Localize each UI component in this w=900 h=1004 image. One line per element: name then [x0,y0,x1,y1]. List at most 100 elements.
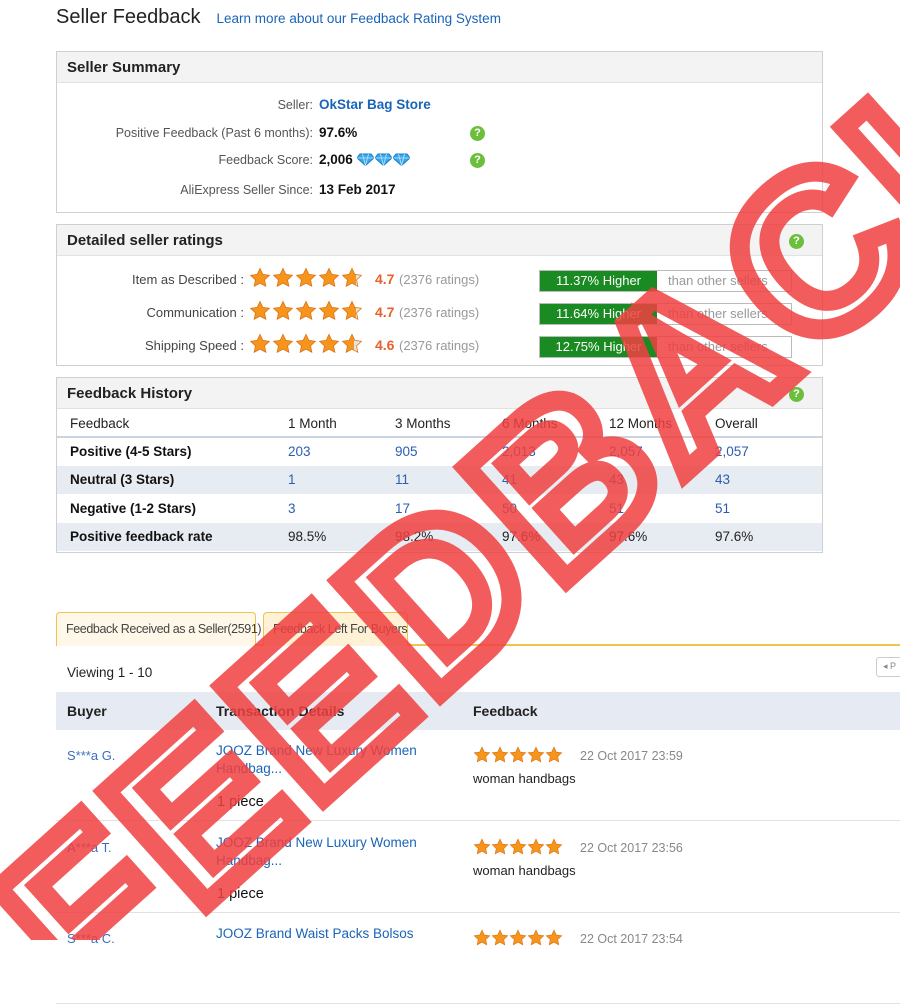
star-icon [272,300,294,321]
comparison-bar: 12.75% Higher than other sellers [539,336,792,358]
history-row-label: Positive feedback rate [57,522,288,551]
feedback-history-table: Feedback 1 Month 3 Months 6 Months 12 Months… [57,410,822,551]
history-cell[interactable]: 41 [502,465,609,494]
feedback-history-title: Feedback History [67,385,193,402]
star-icon [295,267,317,288]
help-icon[interactable]: ? [789,234,804,249]
page-title: Seller Feedback [56,6,201,28]
star-icon [272,333,294,354]
history-cell[interactable]: 2,013 [502,437,609,466]
history-cell[interactable]: 2,057 [609,437,715,466]
rating-count: (2376 ratings) [399,272,480,287]
star-icon [295,333,317,354]
history-column-header: 12 Months [609,410,715,438]
feedback-text: woman handbags [473,771,576,786]
quantity-text: 1 piece [217,885,264,902]
positive-feedback-label: Positive Feedback (Past 6 months): [115,126,313,140]
help-icon[interactable]: ? [789,387,804,402]
product-link[interactable]: JOOZ Brand Waist Packs Bolsos [216,925,426,943]
tab-feedback-received[interactable]: Feedback Received as a Seller(2591) [56,612,262,646]
feedback-row: A***a T. JOOZ Brand New Luxury Women Han… [56,822,900,913]
feedback-row: S***a G. JOOZ Brand New Luxury Women Han… [56,730,900,821]
star-icon [318,333,340,354]
rating-score: 4.7 [375,271,395,287]
score-badge [356,153,410,166]
feedback-history-heading: Feedback History ? [57,378,822,409]
star-icon [509,929,527,946]
history-cell[interactable]: 2,057 [715,437,822,466]
star-icon [318,300,340,321]
help-icon[interactable]: ? [470,126,485,141]
comparison-value: 11.37% Higher [540,271,657,291]
column-buyer: Buyer [67,703,107,719]
feedback-text: woman handbags [473,862,576,878]
rating-stars [249,300,363,322]
history-cell[interactable]: 1 [288,465,395,494]
history-row: Positive (4-5 Stars) 203 905 2,013 2,057 2,05… [57,437,822,466]
star-icon [527,746,545,763]
product-link[interactable]: JOOZ Brand New Luxury Women Handbag... [216,742,426,778]
history-cell[interactable]: 17 [395,494,502,523]
feedback-date: 22 Oct 2017 23:54 [580,932,683,946]
history-cell[interactable]: 51 [715,494,822,523]
column-feedback: Feedback [473,703,538,719]
history-cell[interactable]: 50 [502,494,609,523]
learn-more-link[interactable]: Learn more about our Feedback Rating Sys… [217,11,501,26]
history-cell[interactable]: 905 [395,437,502,466]
history-cell[interactable]: 11 [395,465,502,494]
history-cell[interactable]: 3 [288,494,395,523]
star-icon [249,300,271,321]
history-row-label: Negative (1-2 Stars) [70,500,197,516]
diamond-icon [356,153,374,166]
feedback-tabs: Feedback Received as a Seller(2591) Feed… [56,612,900,646]
seller-feedback-page: Seller Feedback Learn more about our Fee… [0,0,900,1004]
history-row-label: Positive (4-5 Stars) [70,444,192,460]
star-icon [341,333,363,354]
buyer-name-link[interactable]: S***a C. [67,931,115,946]
star-icon [249,267,271,288]
detailed-ratings-title: Detailed seller ratings [67,232,223,249]
history-cell: 97.6% [715,522,822,551]
seller-summary-panel: Seller Summary Seller: OkStar Bag Store … [56,51,823,213]
history-cell: 98.5% [288,522,395,551]
history-cell[interactable]: 43 [609,465,715,494]
history-column-header: 3 Months [395,410,502,438]
history-cell[interactable]: 51 [609,494,715,523]
history-row: Positive feedback rate 98.5% 98.2% 97.6% 97.… [57,522,822,551]
history-row: Negative (1-2 Stars) 3 17 50 51 51 [57,494,822,523]
feedback-stars [473,746,563,764]
star-icon [341,267,363,288]
help-icon[interactable]: ? [470,153,485,168]
star-icon [473,929,491,946]
history-cell[interactable]: 203 [288,437,395,466]
comparison-value: 11.64% Higher [540,304,657,324]
star-icon [272,267,294,288]
star-icon [249,333,271,354]
positive-feedback-row: Positive Feedback (Past 6 months): 97.6%… [57,124,822,144]
feedback-date: 22 Oct 2017 23:56 [580,840,683,855]
history-header-row: Feedback 1 Month 3 Months 6 Months 12 Months… [57,410,822,438]
positive-feedback-value: 97.6% [319,125,358,140]
star-icon [509,746,527,763]
star-icon [473,837,491,854]
detailed-ratings-panel: Detailed seller ratings ? Item as Descri… [56,224,823,366]
buyer-name-link[interactable]: A***a T. [67,840,112,855]
feedback-history-panel: Feedback History ? Feedback 1 Month 3 Mont… [56,377,823,553]
history-row-label: Neutral (3 Stars) [57,465,288,494]
seller-since-label: AliExpress Seller Since: [180,183,313,197]
comparison-suffix: than other sellers [668,339,768,354]
buyer-name-link[interactable]: S***a G. [67,748,115,763]
history-row: Neutral (3 Stars) 1 11 41 43 43 [57,465,822,494]
pager-prev-button[interactable]: ◂ P [876,657,900,677]
seller-name-link[interactable]: OkStar Bag Store [319,97,431,112]
diamond-icon [374,153,392,166]
product-link[interactable]: JOOZ Brand New Luxury Women Handbag... [216,834,426,870]
feedback-row: S***a C. JOOZ Brand Waist Packs Bolsos 2… [56,913,900,1004]
history-cell: 97.6% [502,522,609,551]
star-icon [545,746,563,763]
tab-feedback-left[interactable]: Feedback Left For Buyers [263,612,408,646]
star-icon [527,837,545,854]
history-cell: 98.2% [395,522,502,551]
history-cell[interactable]: 43 [715,465,822,494]
seller-since-row: AliExpress Seller Since: 13 Feb 2017 [57,181,822,201]
